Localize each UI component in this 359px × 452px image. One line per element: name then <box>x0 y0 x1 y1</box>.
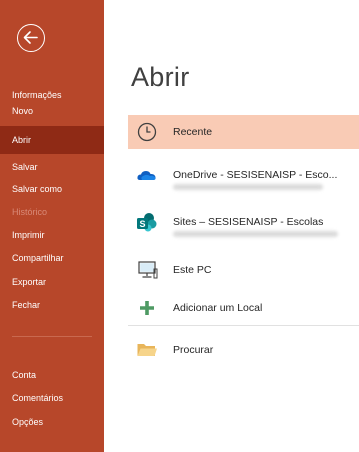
clock-icon <box>137 122 157 142</box>
location-onedrive[interactable]: OneDrive - SESISENAISP - Esco... <box>128 158 359 192</box>
computer-icon <box>138 261 158 279</box>
nav-abrir[interactable]: Abrir <box>0 126 104 154</box>
sharepoint-icon: S <box>137 213 157 232</box>
location-label: Adicionar um Local <box>173 302 263 314</box>
sidebar-divider <box>12 336 92 337</box>
location-browse[interactable]: Procurar <box>128 333 359 367</box>
back-arrow-icon <box>23 31 38 44</box>
locations-divider <box>128 325 359 326</box>
backstage-sidebar: Informações Novo Abrir Salvar Salvar com… <box>0 0 104 452</box>
back-button[interactable] <box>17 24 45 52</box>
plus-icon <box>140 301 154 315</box>
location-label: Este PC <box>173 264 212 276</box>
open-pane: Abrir Recente OneDrive - SESISENAISP - E… <box>104 0 359 452</box>
location-this-pc[interactable]: Este PC <box>128 253 359 287</box>
svg-text:S: S <box>139 219 145 229</box>
onedrive-cloud-icon <box>137 171 156 180</box>
location-recent[interactable]: Recente <box>128 115 359 149</box>
redacted-text <box>173 184 323 190</box>
nav-opcoes[interactable]: Opções <box>0 408 104 436</box>
location-label: Procurar <box>173 344 214 356</box>
location-label: Recente <box>173 126 213 138</box>
redacted-text <box>173 231 338 237</box>
location-sharepoint[interactable]: S Sites – SESISENAISP - Escolas <box>128 205 359 239</box>
nav-novo[interactable]: Novo <box>0 97 104 125</box>
location-add-place[interactable]: Adicionar um Local <box>128 291 359 325</box>
folder-icon <box>137 344 157 356</box>
page-title: Abrir <box>131 62 190 92</box>
nav-fechar[interactable]: Fechar <box>0 291 104 319</box>
